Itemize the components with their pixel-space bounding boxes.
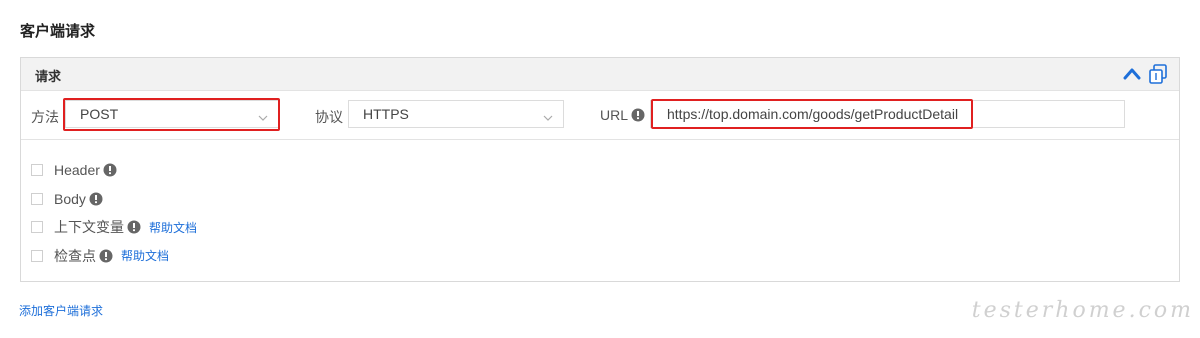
option-label: Header (54, 162, 100, 179)
panel-header: 请求 (21, 58, 1179, 91)
option-label: 检查点 (54, 247, 96, 264)
add-client-request-link[interactable]: 添加客户端请求 (19, 302, 103, 319)
option-body: Body (31, 185, 197, 214)
chevron-down-icon (543, 110, 553, 121)
option-header: Header (31, 156, 197, 185)
info-icon[interactable] (103, 163, 117, 177)
info-icon[interactable] (631, 108, 645, 122)
info-icon[interactable] (89, 192, 103, 206)
protocol-label: 协议 (315, 109, 343, 125)
section-title: 客户端请求 (20, 23, 96, 40)
context-variables-checkbox[interactable] (31, 221, 43, 234)
watermark: testerhome.com (971, 298, 1194, 323)
protocol-value: HTTPS (363, 106, 409, 122)
request-panel: 请求 方法 POST 协议 HTTPS URL https://top.doma… (20, 57, 1180, 282)
chevron-down-icon (258, 110, 268, 121)
panel-title: 请求 (35, 69, 62, 84)
option-label: Body (54, 190, 86, 207)
page: 客户端请求 请求 方法 POST 协议 HTTPS URL https://to… (0, 0, 1200, 338)
help-doc-link[interactable]: 帮助文档 (149, 219, 197, 236)
method-select[interactable]: POST (65, 100, 279, 128)
url-input[interactable] (650, 100, 1125, 128)
url-label-group: URL (600, 107, 645, 123)
help-doc-link[interactable]: 帮助文档 (121, 247, 169, 264)
option-context-variables: 上下文变量 帮助文档 (31, 213, 197, 242)
checkpoint-checkbox[interactable] (31, 249, 43, 262)
option-label: 上下文变量 (54, 219, 124, 236)
protocol-select[interactable]: HTTPS (348, 100, 564, 128)
option-checkpoint: 检查点 帮助文档 (31, 242, 197, 271)
copy-icon[interactable] (1147, 63, 1169, 85)
collapse-icon[interactable] (1123, 66, 1141, 82)
method-label: 方法 (31, 109, 59, 125)
method-value: POST (80, 106, 119, 122)
body-checkbox[interactable] (31, 192, 43, 205)
options-list: Header Body 上下文变量 帮助文档 检查点 帮助文档 (31, 156, 197, 270)
url-label: URL (600, 107, 628, 123)
info-icon[interactable] (127, 220, 141, 234)
info-icon[interactable] (99, 249, 113, 263)
header-checkbox[interactable] (31, 164, 43, 177)
request-config-row: 方法 POST 协议 HTTPS URL (21, 91, 1179, 140)
